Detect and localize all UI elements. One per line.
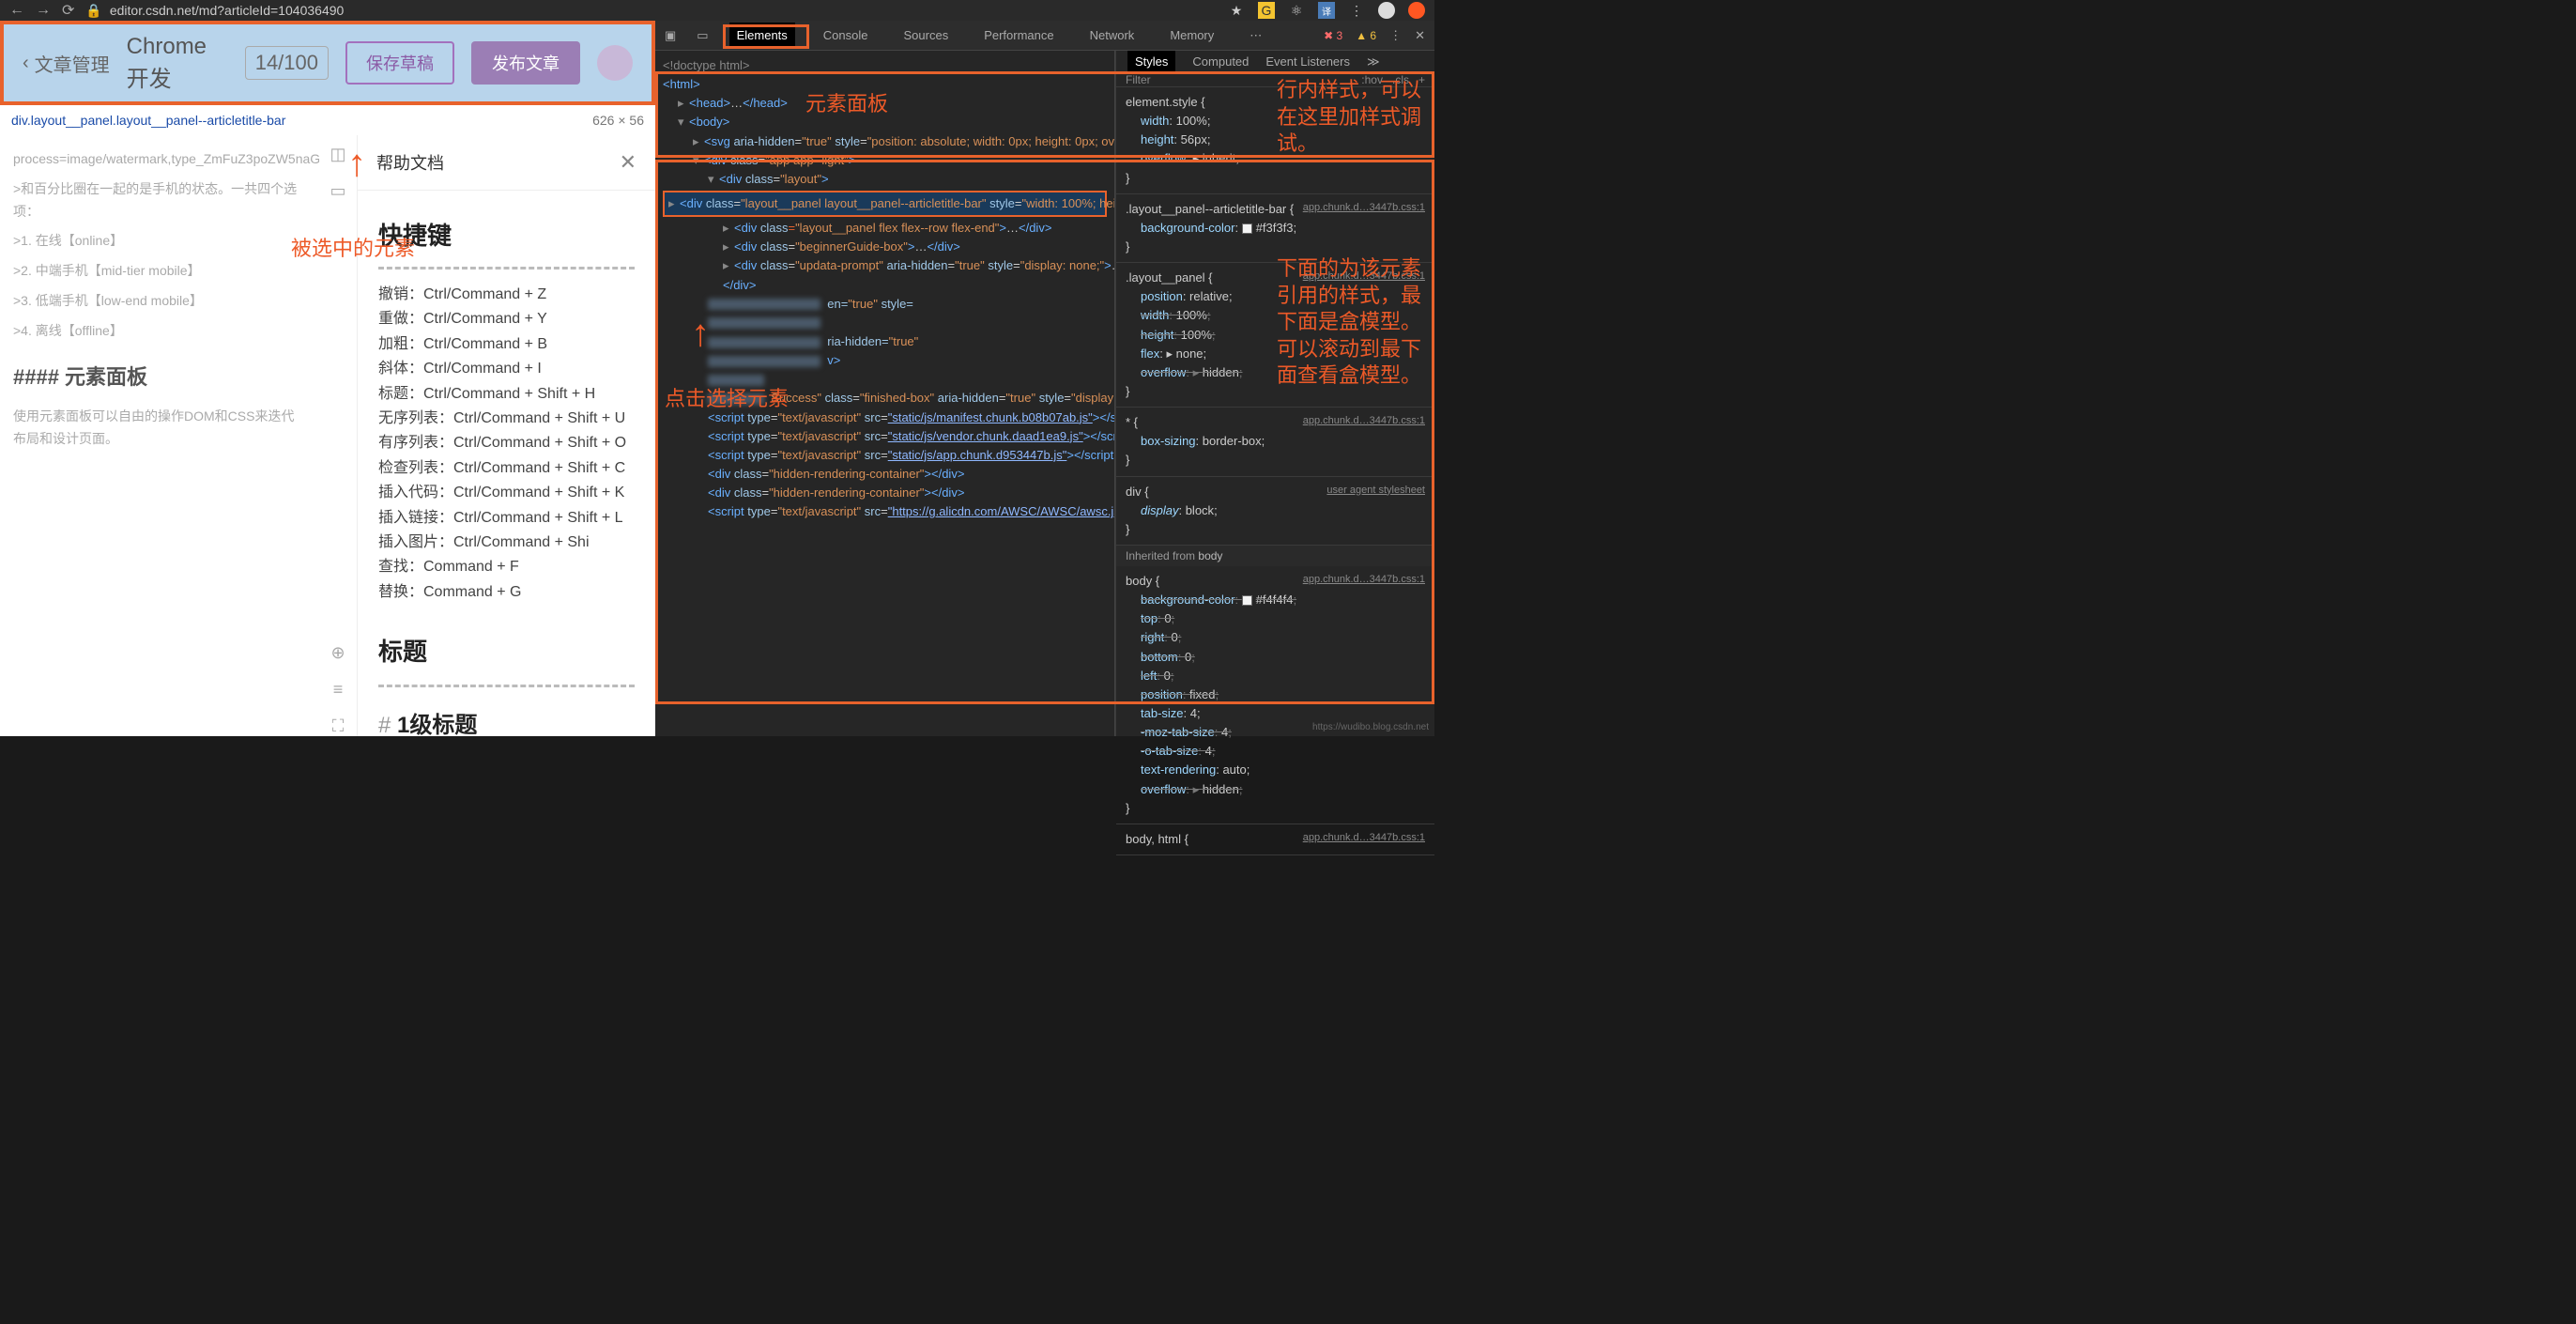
inherited-label: Inherited from body	[1116, 546, 1434, 566]
tab-sources[interactable]: Sources	[897, 23, 957, 48]
help-panel: 帮助文档 ✕ 快捷键 撤销：Ctrl/Command + Z 重做：Ctrl/C…	[357, 135, 655, 736]
styles-panel: Styles Computed Event Listeners ≫ Filter…	[1115, 51, 1434, 736]
settings-icon[interactable]: ⋮	[1389, 28, 1402, 43]
element-tooltip: div.layout__panel.layout__panel--article…	[0, 105, 655, 135]
ext-react-icon[interactable]: ⚛	[1288, 2, 1305, 19]
tab-elements[interactable]: Elements	[729, 23, 795, 48]
tabs-more-icon[interactable]: ⋯	[1242, 23, 1269, 49]
toc-icon[interactable]: ≡	[333, 680, 344, 700]
warning-count[interactable]: ▲ 6	[1356, 29, 1376, 42]
devtools-tabs: ▣ ▭ Elements Console Sources Performance…	[655, 21, 1434, 51]
style-rule[interactable]: .layout__panel--articletitle-bar {app.ch…	[1116, 194, 1434, 263]
fullscreen-icon[interactable]: ⛶	[332, 716, 345, 736]
url-text[interactable]: editor.csdn.net/md?articleId=104036490	[110, 3, 344, 18]
h1-demo: # 1级标题	[378, 706, 635, 736]
watermark: https://wudibo.blog.csdn.net	[1312, 722, 1429, 732]
publish-button[interactable]: 发布文章	[471, 41, 580, 85]
tab-memory[interactable]: Memory	[1162, 23, 1221, 48]
markdown-source-pane[interactable]: process=image/watermark,type_ZmFuZ3poZW5…	[0, 135, 319, 736]
ext-orange-icon[interactable]	[1408, 2, 1425, 19]
ext-translate-icon[interactable]: 译	[1318, 2, 1335, 19]
tooltip-selector: div.layout__panel.layout__panel--article…	[11, 113, 285, 128]
help-title: 帮助文档	[376, 150, 444, 175]
style-rule[interactable]: * {app.chunk.d…3447b.css:1 box-sizing: b…	[1116, 408, 1434, 476]
tab-computed[interactable]: Computed	[1192, 54, 1249, 69]
styles-filter-input[interactable]: Filter	[1126, 73, 1151, 86]
devtools-panel: ▣ ▭ Elements Console Sources Performance…	[655, 21, 1434, 736]
editor-header: ‹ 文章管理 Chrome 开发 14/100 保存草稿 发布文章	[0, 21, 655, 105]
style-rule[interactable]: body, html {app.chunk.d…3447b.css:1	[1116, 824, 1434, 855]
tab-performance[interactable]: Performance	[976, 23, 1061, 48]
inspect-icon[interactable]: ▣	[665, 28, 676, 43]
shortcut-list: 撤销：Ctrl/Command + Z 重做：Ctrl/Command + Y …	[378, 283, 635, 605]
device-toolbar-icon[interactable]: ▭	[697, 28, 708, 43]
error-count[interactable]: ✖ 3	[1324, 29, 1342, 42]
tooltip-dimensions: 626 × 56	[592, 113, 644, 128]
close-icon[interactable]: ✕	[620, 150, 636, 175]
save-draft-button[interactable]: 保存草稿	[345, 41, 454, 85]
chevron-left-icon: ‹	[23, 53, 29, 74]
tab-network[interactable]: Network	[1082, 23, 1142, 48]
tab-event-listeners[interactable]: Event Listeners	[1265, 54, 1350, 69]
preview-icon[interactable]: ▭	[330, 181, 345, 201]
back-icon[interactable]: ←	[9, 2, 24, 19]
style-rule[interactable]: div {user agent stylesheet display: bloc…	[1116, 477, 1434, 546]
tab-styles[interactable]: Styles	[1127, 51, 1175, 72]
divider	[378, 685, 635, 687]
back-to-articles[interactable]: ‹ 文章管理	[23, 50, 110, 77]
cls-toggle[interactable]: .cls	[1392, 73, 1409, 86]
profile-avatar-icon[interactable]	[1378, 2, 1395, 19]
word-count: 14/100	[245, 46, 329, 80]
style-rule[interactable]: .layout__panel {app.chunk.d…3447b.css:1 …	[1116, 263, 1434, 408]
lock-icon: 🔒	[85, 3, 101, 19]
styles-more-icon[interactable]: ≫	[1367, 54, 1380, 69]
dom-tree[interactable]: <!doctype html> <html> ▸<head>…</head> ▾…	[655, 51, 1115, 736]
split-view-icon[interactable]: ◫	[330, 145, 345, 164]
ext-icon-1[interactable]: G	[1258, 2, 1275, 19]
forward-icon[interactable]: →	[36, 2, 51, 19]
ext-more-icon[interactable]: ⋮	[1348, 2, 1365, 19]
editor-icon-column: ◫ ▭ ⊕ ≡ ⛶	[319, 135, 357, 736]
reload-icon[interactable]: ⟳	[62, 1, 74, 20]
scroll-sync-icon[interactable]: ⊕	[330, 643, 345, 663]
selected-dom-node[interactable]: ▸<div class="layout__panel layout__panel…	[663, 191, 1107, 217]
style-rule[interactable]: body {app.chunk.d…3447b.css:1 background…	[1116, 566, 1434, 824]
style-rule[interactable]: element.style { width: 100%; height: 56p…	[1116, 87, 1434, 194]
star-icon[interactable]: ★	[1228, 2, 1245, 19]
tab-console[interactable]: Console	[816, 23, 876, 48]
headings-heading: 标题	[378, 633, 635, 668]
shortcuts-heading: 快捷键	[378, 217, 635, 252]
article-title-input[interactable]: Chrome 开发	[127, 34, 228, 93]
close-devtools-icon[interactable]: ✕	[1415, 28, 1425, 43]
browser-toolbar: ← → ⟳ 🔒 editor.csdn.net/md?articleId=104…	[0, 0, 1434, 21]
divider	[378, 267, 635, 269]
hov-toggle[interactable]: :hov	[1361, 73, 1383, 86]
user-avatar[interactable]	[597, 45, 633, 81]
add-rule-icon[interactable]: +	[1418, 73, 1425, 86]
